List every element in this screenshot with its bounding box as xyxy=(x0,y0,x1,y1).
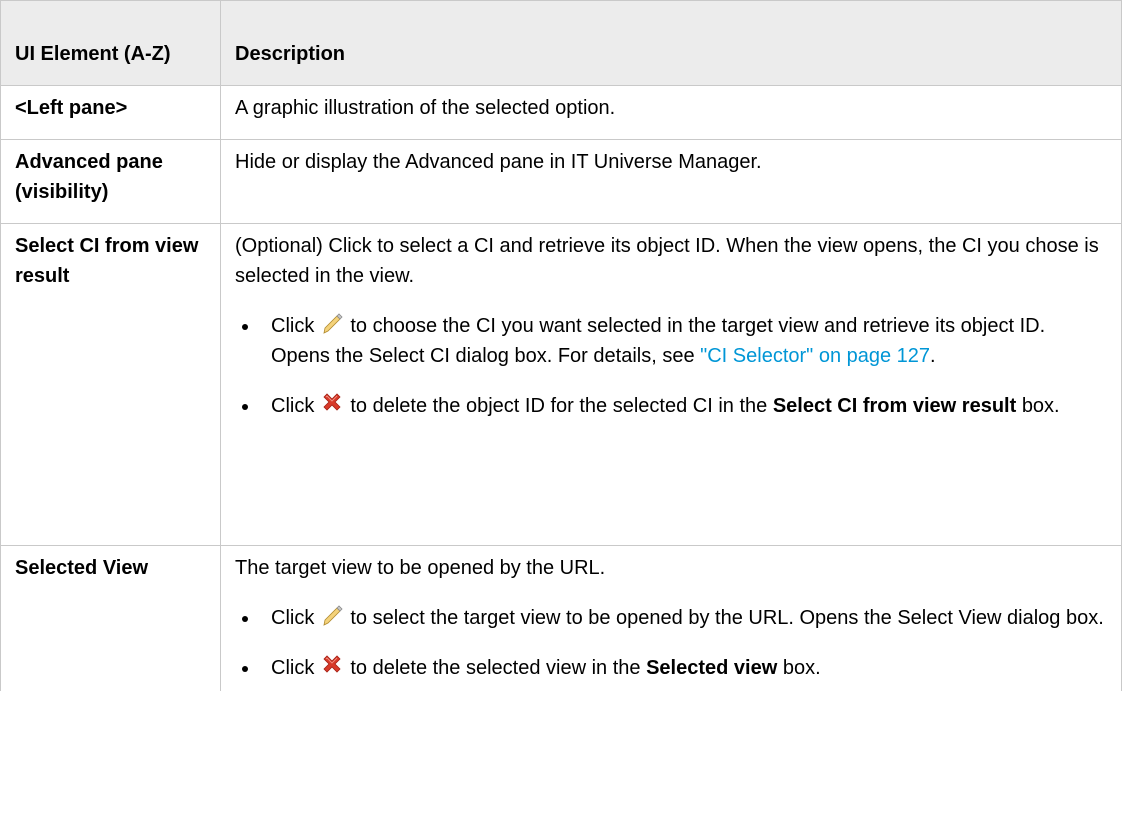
bullet-text-end: box. xyxy=(782,657,821,679)
ui-element-description: Hide or display the Advanced pane in IT … xyxy=(220,139,1122,224)
bullet-text: to select the target view to be opened b… xyxy=(350,607,1104,629)
ui-element-description: The target view to be opened by the URL.… xyxy=(220,545,1122,691)
ui-element-name: Selected View xyxy=(0,545,221,691)
list-item: Click to choose the CI you want selected … xyxy=(235,311,1109,371)
ui-element-description: A graphic illustration of the selected o… xyxy=(220,85,1122,140)
description-text: The target view to be opened by the URL. xyxy=(235,557,606,579)
click-text: Click xyxy=(271,315,315,337)
bullet-text: to delete the selected view in the xyxy=(350,657,641,679)
delete-x-icon xyxy=(320,391,344,415)
column-header-ui-element: UI Element (A-Z) xyxy=(0,0,221,86)
bold-field-name: Selected view xyxy=(646,657,778,679)
list-item: Click to select the target view to be ope… xyxy=(235,603,1109,633)
click-text: Click xyxy=(271,607,315,629)
bullet-text-end: box. xyxy=(1021,395,1060,417)
table-row: Select CI from view result (Optional) Cl… xyxy=(0,223,1122,546)
bullet-list: Click to choose the CI you want selected … xyxy=(235,311,1109,421)
ui-elements-table: UI Element (A-Z) Description <Left pane>… xyxy=(0,0,1122,691)
ci-selector-link[interactable]: "CI Selector" on page 127 xyxy=(700,345,930,367)
bold-field-name: Select CI from view result xyxy=(772,395,1017,417)
edit-pencil-icon xyxy=(320,603,344,627)
list-item: Click to delete the object ID for the sel… xyxy=(235,391,1109,421)
edit-pencil-icon xyxy=(320,311,344,335)
bullet-list: Click to select the target view to be ope… xyxy=(235,603,1109,683)
bullet-text: to delete the object ID for the selected… xyxy=(350,395,768,417)
list-item: Click to delete the selected view in the … xyxy=(235,653,1109,683)
punctuation: . xyxy=(930,345,936,367)
ui-element-description: (Optional) Click to select a CI and retr… xyxy=(220,223,1122,546)
ui-element-name: <Left pane> xyxy=(0,85,221,140)
column-header-description: Description xyxy=(220,0,1122,86)
ui-element-name: Select CI from view result xyxy=(0,223,221,546)
table-row: Selected View The target view to be open… xyxy=(0,545,1122,691)
ui-element-name: Advanced pane (visibility) xyxy=(0,139,221,224)
delete-x-icon xyxy=(320,653,344,677)
table-header-row: UI Element (A-Z) Description xyxy=(0,0,1122,86)
description-text: (Optional) Click to select a CI and retr… xyxy=(235,235,1099,287)
click-text: Click xyxy=(271,395,315,417)
table-row: Advanced pane (visibility) Hide or displ… xyxy=(0,139,1122,224)
click-text: Click xyxy=(271,657,315,679)
table-row: <Left pane> A graphic illustration of th… xyxy=(0,85,1122,140)
